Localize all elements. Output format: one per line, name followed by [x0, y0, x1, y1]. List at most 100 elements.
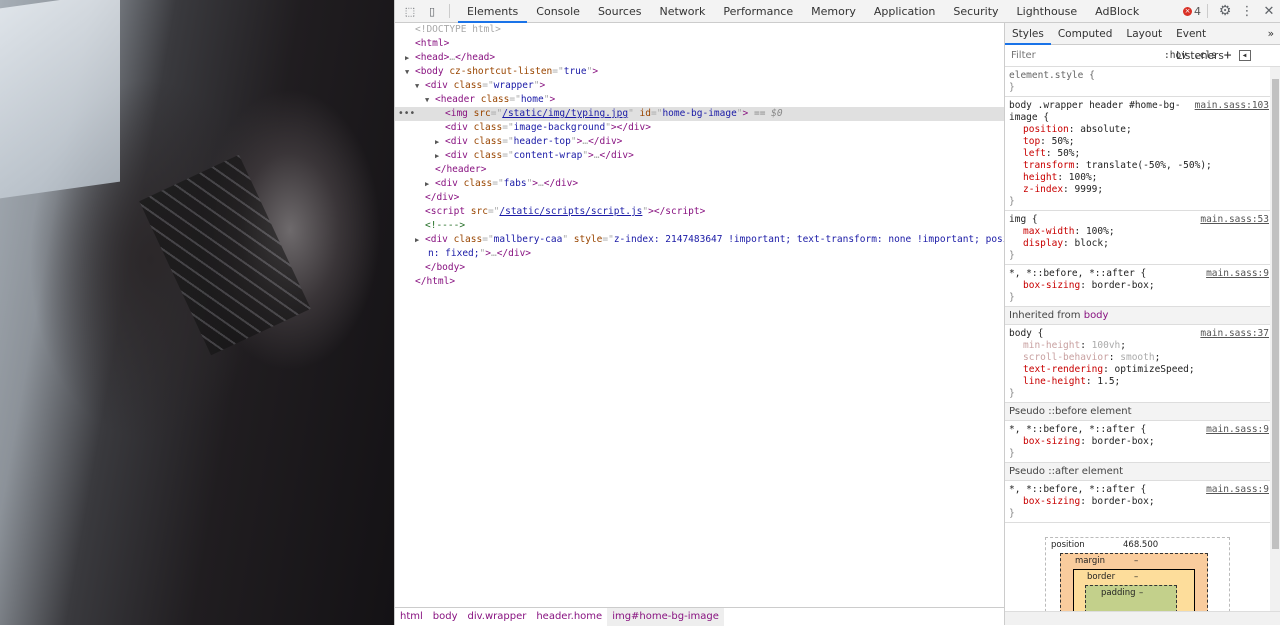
inspect-element-icon[interactable]: ⬚	[399, 0, 421, 22]
dom-node[interactable]: ▼ <div class="wrapper">	[395, 79, 1004, 93]
expand-arrow-icon[interactable]: ▶	[435, 149, 445, 163]
styles-vertical-scrollbar[interactable]	[1270, 67, 1280, 611]
collapse-arrow-icon[interactable]: ▼	[425, 93, 435, 107]
style-property[interactable]: box-sizing: border-box;	[1009, 496, 1267, 508]
elements-dom-tree: <!DOCTYPE html> <html> ▶ <head>…</head> ▼ <bo…	[395, 23, 1004, 607]
expand-arrow-icon[interactable]: ▶	[425, 177, 435, 191]
style-rule[interactable]: body {main.sass:37 min-height: 100vh; scro…	[1005, 325, 1271, 403]
resource-link[interactable]: /static/img/typing.jpg	[502, 108, 628, 119]
tab-lighthouse[interactable]: Lighthouse	[1008, 0, 1087, 23]
tab-memory[interactable]: Memory	[802, 0, 865, 23]
styles-tab-layout[interactable]: Layout	[1119, 23, 1169, 45]
breadcrumb-item[interactable]: img#home-bg-image	[607, 607, 724, 626]
dom-token: <div	[425, 80, 454, 91]
style-rule[interactable]: element.style {}	[1005, 67, 1271, 97]
hover-state-button[interactable]: :hov	[1164, 50, 1187, 61]
dom-node[interactable]: <div class="image-background"></div>	[395, 121, 1004, 135]
style-property[interactable]: position: absolute;	[1009, 124, 1267, 136]
dom-token: <body	[415, 66, 450, 77]
tab-console[interactable]: Console	[527, 0, 589, 23]
expand-arrow-icon[interactable]: ▶	[415, 233, 425, 247]
breadcrumb-item[interactable]: div.wrapper	[463, 608, 532, 626]
dom-node[interactable]: ▼ <header class="home">	[395, 93, 1004, 107]
dom-node[interactable]: ▼ <body cz-shortcut-listen="true">	[395, 65, 1004, 79]
expand-arrow-icon[interactable]: ▶	[435, 135, 445, 149]
more-tabs-chevron-icon[interactable]: »	[1261, 23, 1280, 45]
style-property[interactable]: height: 100%;	[1009, 172, 1267, 184]
tab-elements[interactable]: Elements	[458, 0, 528, 23]
rule-source-link[interactable]: main.sass:37	[1200, 328, 1269, 339]
style-property[interactable]: max-width: 100%;	[1009, 226, 1267, 238]
rule-source-link[interactable]: main.sass:103	[1195, 100, 1269, 111]
scrollbar-thumb[interactable]	[1272, 79, 1279, 549]
dom-node[interactable]: <!---->	[395, 219, 1004, 233]
dom-node[interactable]: </header>	[395, 163, 1004, 177]
styles-tab-computed[interactable]: Computed	[1051, 23, 1120, 45]
style-property[interactable]: scroll-behavior: smooth;	[1009, 352, 1267, 364]
new-style-rule-icon[interactable]: +	[1224, 48, 1232, 63]
style-rule[interactable]: img {main.sass:53 max-width: 100%; display…	[1005, 211, 1271, 265]
collapse-arrow-icon[interactable]: ▼	[405, 65, 415, 79]
tab-adblock[interactable]: AdBlock	[1086, 0, 1148, 23]
style-property[interactable]: line-height: 1.5;	[1009, 376, 1267, 388]
tab-sources[interactable]: Sources	[589, 0, 651, 23]
dom-node[interactable]: <html>	[395, 37, 1004, 51]
dom-node[interactable]: ▶ <div class="content-wrap">…</div>	[395, 149, 1004, 163]
dom-token: ="	[487, 206, 500, 217]
style-property[interactable]: min-height: 100vh;	[1009, 340, 1267, 352]
style-property[interactable]: z-index: 9999;	[1009, 184, 1267, 196]
close-devtools-icon[interactable]: ✕	[1258, 0, 1280, 22]
style-rule[interactable]: *, *::before, *::after {main.sass:9 box-s…	[1005, 421, 1271, 463]
dom-node[interactable]: ▶ <div class="fabs">…</div>	[395, 177, 1004, 191]
resource-link[interactable]: /static/scripts/script.js	[499, 206, 642, 217]
breadcrumb-item[interactable]: body	[428, 608, 463, 626]
dom-node[interactable]: ▶ <div class="mallbery-caa" style="z-inde…	[395, 233, 1004, 247]
tab-security[interactable]: Security	[944, 0, 1007, 23]
dom-node[interactable]: <script src="/static/scripts/script.js">…	[395, 205, 1004, 219]
collapse-arrow-icon[interactable]: ▼	[415, 79, 425, 93]
breadcrumb-item[interactable]: header.home	[531, 608, 607, 626]
rule-source-link[interactable]: main.sass:9	[1206, 268, 1269, 279]
tab-performance[interactable]: Performance	[714, 0, 802, 23]
settings-gear-icon[interactable]: ⚙	[1214, 0, 1236, 22]
styles-tab-event-listeners[interactable]: Event Listeners	[1169, 23, 1260, 62]
class-toggle-button[interactable]: .cls	[1194, 50, 1217, 61]
dom-node[interactable]: ▶ <div class="header-top">…</div>	[395, 135, 1004, 149]
style-property[interactable]: box-sizing: border-box;	[1009, 280, 1267, 292]
more-actions-icon[interactable]: •••	[398, 107, 415, 121]
device-toolbar-icon[interactable]: ▯	[421, 0, 443, 22]
dom-node-selected[interactable]: ••• <img src="/static/img/typing.jpg" id=…	[395, 107, 1004, 121]
breadcrumb-item[interactable]: html	[395, 608, 428, 626]
dom-node[interactable]: </html>	[395, 275, 1004, 289]
rule-source-link[interactable]: main.sass:9	[1206, 484, 1269, 495]
dom-token: src	[473, 108, 491, 119]
inherited-element-link[interactable]: body	[1084, 310, 1109, 321]
styles-filter-input[interactable]	[1007, 46, 1157, 65]
dom-node[interactable]: n: fixed;">…</div>	[395, 247, 1004, 261]
styles-tab-styles[interactable]: Styles	[1005, 23, 1051, 45]
style-rule[interactable]: body .wrapper header #home-bg- image {ma…	[1005, 97, 1271, 211]
style-property[interactable]: text-rendering: optimizeSpeed;	[1009, 364, 1267, 376]
style-rule[interactable]: *, *::before, *::after {main.sass:9 box-s…	[1005, 481, 1271, 523]
more-options-icon[interactable]: ⋮	[1236, 0, 1258, 22]
style-property[interactable]: transform: translate(-50%, -50%);	[1009, 160, 1267, 172]
style-property[interactable]: box-sizing: border-box;	[1009, 436, 1267, 448]
styles-horizontal-scrollbar[interactable]	[1005, 611, 1280, 625]
dom-node[interactable]: </body>	[395, 261, 1004, 275]
style-property[interactable]: left: 50%;	[1009, 148, 1267, 160]
dom-node[interactable]: </div>	[395, 191, 1004, 205]
margin-value: –	[1134, 556, 1139, 566]
rule-source-link[interactable]: main.sass:53	[1200, 214, 1269, 225]
style-property[interactable]: display: block;	[1009, 238, 1267, 250]
error-count-badge[interactable]: × 4	[1183, 5, 1201, 18]
property-value: border-box	[1091, 496, 1149, 507]
tab-application[interactable]: Application	[865, 0, 944, 23]
tab-network[interactable]: Network	[650, 0, 714, 23]
toggle-sidebar-icon[interactable]: ◀	[1238, 50, 1251, 61]
dom-node[interactable]: <!DOCTYPE html>	[395, 23, 1004, 37]
style-rule[interactable]: *, *::before, *::after {main.sass:9 box-s…	[1005, 265, 1271, 307]
rule-source-link[interactable]: main.sass:9	[1206, 424, 1269, 435]
style-property[interactable]: top: 50%;	[1009, 136, 1267, 148]
dom-node[interactable]: ▶ <head>…</head>	[395, 51, 1004, 65]
expand-arrow-icon[interactable]: ▶	[405, 51, 415, 65]
